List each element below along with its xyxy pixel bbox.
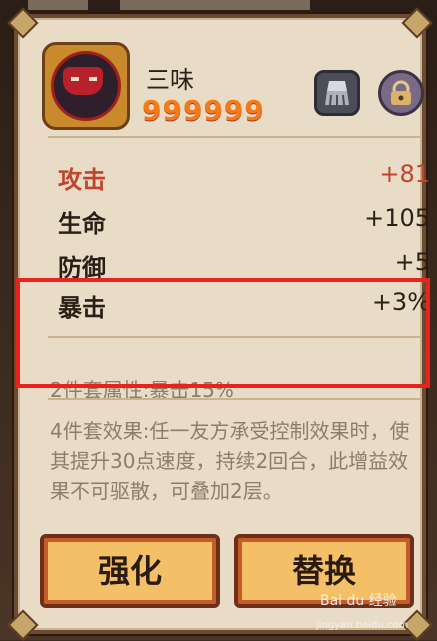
equipment-name: 三味 <box>146 66 194 94</box>
mask-eye <box>89 77 97 81</box>
broom-icon[interactable] <box>314 70 360 116</box>
lock-icon[interactable] <box>378 70 424 116</box>
mask-eye <box>71 77 79 81</box>
stat-value: +81 <box>379 160 430 188</box>
mask-icon <box>63 67 103 95</box>
watermark-logo: Bai du 经验 <box>320 593 397 609</box>
stat-value: +5 <box>394 248 430 276</box>
four-piece-bonus: 4件套效果:任一友方承受控制效果时，使其提升30点速度，持续2回合，此增益效果不… <box>50 419 410 503</box>
stat-row-defense: 防御 +5 <box>58 248 430 282</box>
backdrop-strip <box>28 0 88 10</box>
divider <box>48 136 422 138</box>
equipment-portrait <box>42 42 130 130</box>
stat-label: 生命 <box>58 210 106 238</box>
stat-row-attack: 攻击 +81 <box>58 160 430 194</box>
watermark-url: jingyan.baidu.com <box>316 620 409 631</box>
stat-label: 攻击 <box>58 166 106 194</box>
stat-row-hp: 生命 +105 <box>58 204 430 238</box>
annotation-highlight-box <box>16 278 430 388</box>
stat-value: +105 <box>364 204 430 232</box>
star-rating: 999999 <box>142 94 265 127</box>
backdrop-strip <box>120 0 310 10</box>
divider <box>48 398 422 400</box>
upgrade-button[interactable]: 强化 <box>40 534 220 608</box>
